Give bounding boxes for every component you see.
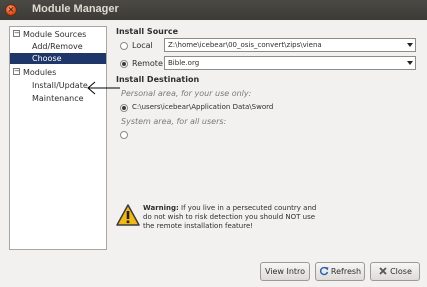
- local-path-value: Z:\home\icebear\00_osis_convert\zips\vie…: [168, 41, 322, 49]
- personal-area-path: C:\users\icebear\Application Data\Sword: [132, 103, 274, 111]
- close-button[interactable]: Close: [370, 262, 420, 281]
- tree-item-module-sources[interactable]: Module Sources: [23, 29, 86, 40]
- local-path-combo[interactable]: Z:\home\icebear\00_osis_convert\zips\vie…: [164, 38, 416, 52]
- refresh-label: Refresh: [330, 267, 362, 276]
- expander-icon[interactable]: −: [13, 68, 20, 75]
- warning-bold: Warning:: [143, 204, 179, 212]
- warning-icon: [116, 204, 140, 226]
- chevron-down-icon: [407, 43, 413, 47]
- remote-label: Remote: [132, 59, 163, 68]
- tree-item-add-remove[interactable]: Add/Remove: [32, 41, 83, 52]
- remote-radio[interactable]: [120, 60, 128, 68]
- personal-area-label: Personal area, for your use only:: [121, 89, 252, 98]
- tree-item-maintenance[interactable]: Maintenance: [32, 93, 84, 104]
- warning-message: Warning: If you live in a persecuted cou…: [143, 204, 323, 231]
- refresh-icon: [319, 266, 329, 276]
- view-intro-label: View Intro: [264, 267, 306, 276]
- tree-item-install-update[interactable]: Install/Update: [32, 80, 88, 91]
- title-bar: × Module Manager: [0, 0, 427, 20]
- system-area-radio[interactable]: [120, 131, 128, 139]
- navigation-tree: − Module Sources Add/Remove Choose − Mod…: [9, 26, 107, 250]
- remote-source-value: Bible.org: [168, 59, 200, 67]
- close-label: Close: [390, 267, 412, 276]
- install-source-heading: Install Source: [116, 27, 178, 36]
- refresh-button[interactable]: Refresh: [315, 262, 365, 281]
- local-label: Local: [132, 41, 153, 50]
- tree-item-modules[interactable]: Modules: [23, 67, 56, 78]
- expander-icon[interactable]: −: [13, 30, 20, 37]
- remote-source-combo[interactable]: Bible.org: [164, 56, 416, 70]
- view-intro-button[interactable]: View Intro: [260, 262, 310, 281]
- window-close-icon[interactable]: ×: [5, 4, 17, 16]
- chevron-down-icon: [407, 61, 413, 65]
- tree-item-choose[interactable]: Choose: [10, 53, 106, 64]
- system-area-label: System area, for all users:: [121, 117, 227, 126]
- close-x-icon: [379, 267, 387, 275]
- window-title: Module Manager: [32, 3, 119, 15]
- local-radio[interactable]: [120, 42, 128, 50]
- install-destination-heading: Install Destination: [116, 75, 200, 84]
- personal-area-radio[interactable]: [120, 104, 128, 112]
